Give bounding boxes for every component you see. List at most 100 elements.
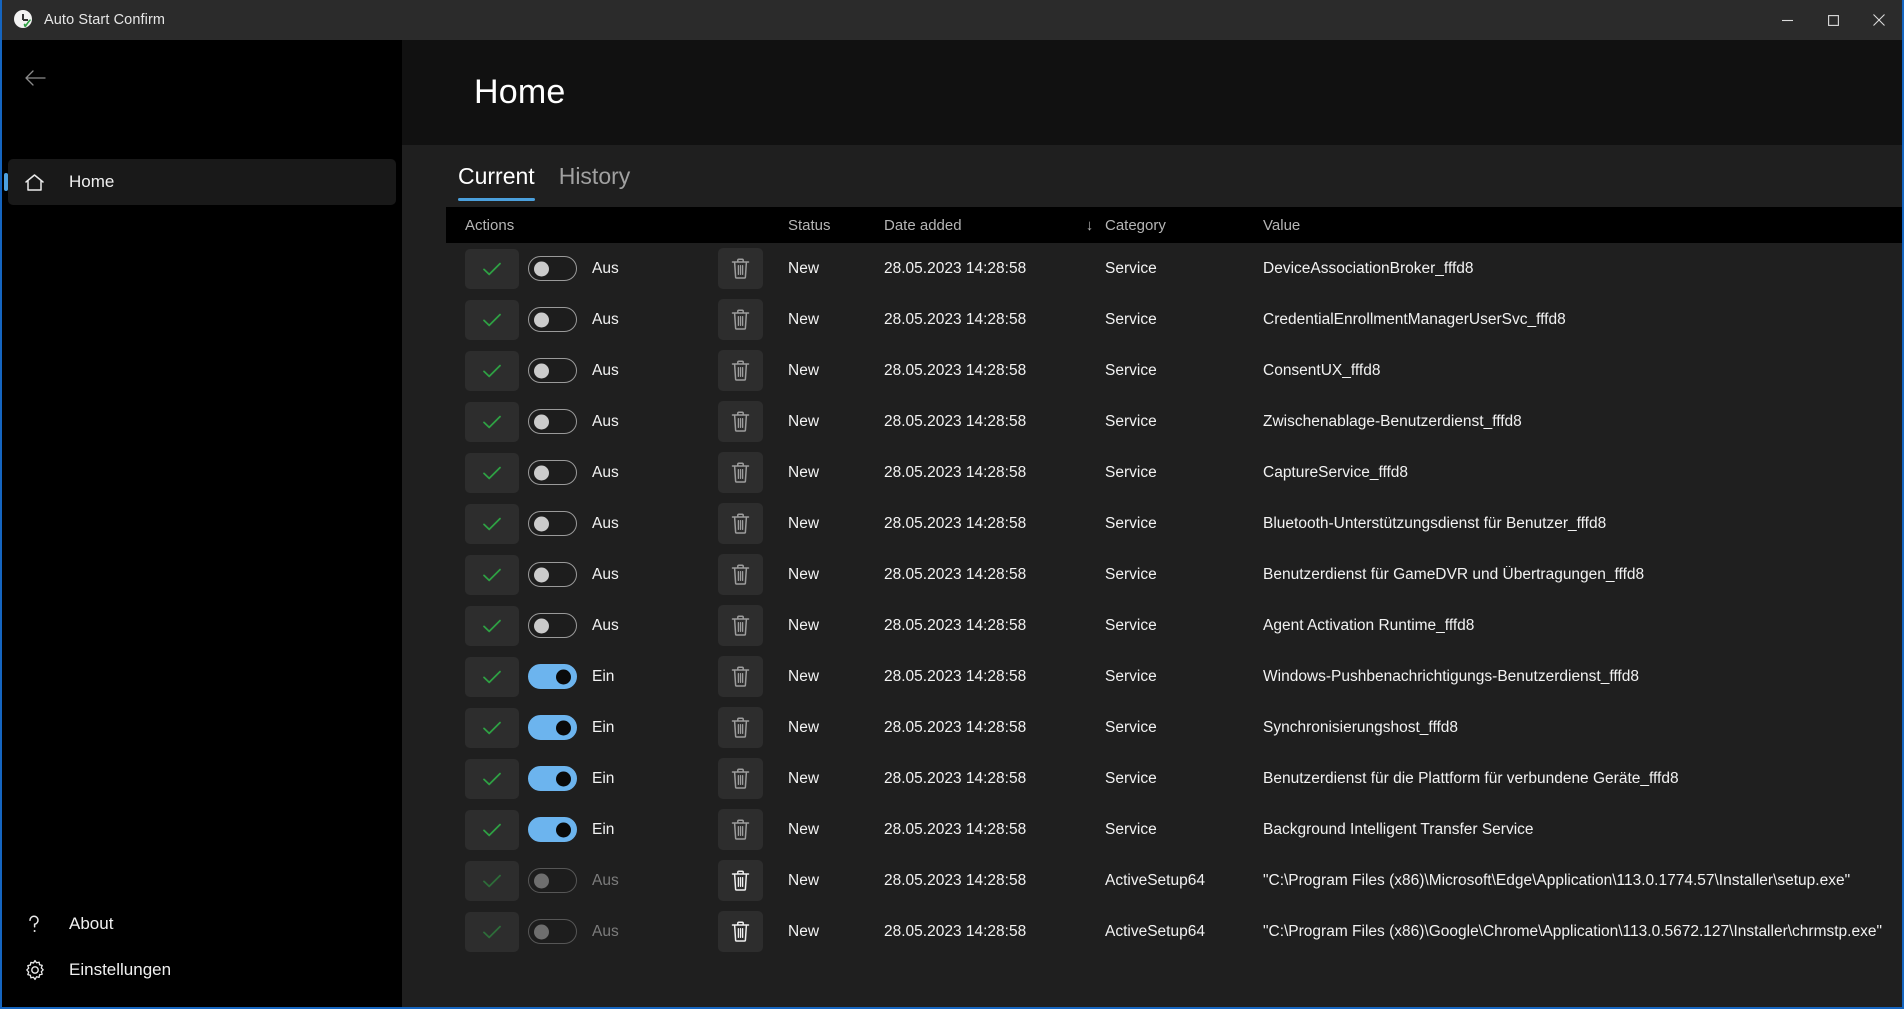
enable-toggle[interactable] — [528, 511, 577, 536]
row-date-added: 28.05.2023 14:28:58 — [884, 718, 1027, 736]
delete-button[interactable] — [718, 401, 763, 442]
table-row[interactable]: Ein New 28.05.2023 14:28:58 Service Sync… — [446, 702, 1902, 753]
enable-toggle[interactable] — [528, 868, 577, 893]
confirm-button[interactable] — [465, 452, 519, 493]
row-value: Benutzerdienst für die Plattform für ver… — [1263, 769, 1679, 787]
confirm-button[interactable] — [465, 248, 519, 289]
delete-button[interactable] — [718, 350, 763, 391]
row-category: Service — [1105, 361, 1157, 379]
enable-toggle[interactable] — [528, 613, 577, 638]
confirm-button[interactable] — [465, 911, 519, 952]
table-row[interactable]: Ein New 28.05.2023 14:28:58 Service Benu… — [446, 753, 1902, 804]
delete-button[interactable] — [718, 248, 763, 289]
column-header-date-added[interactable]: Date added — [884, 217, 1074, 234]
sidebar-item-settings[interactable]: Einstellungen — [8, 947, 396, 993]
table-row[interactable]: Aus New 28.05.2023 14:28:58 ActiveSetup6… — [446, 906, 1902, 957]
tab-current[interactable]: Current — [446, 145, 547, 207]
sidebar-item-home[interactable]: Home — [8, 159, 396, 205]
sort-descending-icon[interactable]: ↓ — [1074, 217, 1105, 234]
autostart-table: Actions Status Date added ↓ Category Val… — [446, 207, 1902, 957]
enable-toggle-group: Ein — [528, 766, 614, 791]
enable-toggle[interactable] — [528, 460, 577, 485]
table-row[interactable]: Ein New 28.05.2023 14:28:58 Service Back… — [446, 804, 1902, 855]
enable-toggle[interactable] — [528, 715, 577, 740]
delete-button[interactable] — [718, 554, 763, 595]
column-header-actions[interactable]: Actions — [446, 217, 711, 234]
close-button[interactable] — [1856, 0, 1902, 40]
row-category: Service — [1105, 310, 1157, 328]
toggle-knob — [534, 261, 549, 276]
confirm-button[interactable] — [465, 299, 519, 340]
hamburger-menu-button[interactable] — [11, 108, 59, 148]
confirm-button[interactable] — [465, 656, 519, 697]
sidebar-item-about[interactable]: About — [8, 901, 396, 947]
tab-history[interactable]: History — [547, 145, 643, 207]
enable-toggle[interactable] — [528, 358, 577, 383]
enable-toggle-group: Aus — [528, 613, 619, 638]
minimize-button[interactable] — [1764, 0, 1810, 40]
maximize-button[interactable] — [1810, 0, 1856, 40]
enable-toggle[interactable] — [528, 664, 577, 689]
delete-button[interactable] — [718, 452, 763, 493]
row-status: New — [788, 667, 820, 685]
delete-button[interactable] — [718, 299, 763, 340]
confirm-button[interactable] — [465, 758, 519, 799]
table-row[interactable]: Aus New 28.05.2023 14:28:58 Service Blue… — [446, 498, 1902, 549]
trash-icon — [731, 819, 750, 840]
column-header-status[interactable]: Status — [788, 217, 884, 234]
row-status: New — [788, 769, 820, 787]
delete-button[interactable] — [718, 860, 763, 901]
enable-toggle[interactable] — [528, 256, 577, 281]
checkmark-icon — [483, 670, 501, 683]
row-value: DeviceAssociationBroker_fffd8 — [1263, 259, 1474, 277]
delete-button[interactable] — [718, 656, 763, 697]
row-date-added: 28.05.2023 14:28:58 — [884, 871, 1027, 889]
confirm-button[interactable] — [465, 707, 519, 748]
confirm-button[interactable] — [465, 401, 519, 442]
enable-toggle[interactable] — [528, 307, 577, 332]
table-row[interactable]: Aus New 28.05.2023 14:28:58 Service Capt… — [446, 447, 1902, 498]
back-button[interactable] — [11, 58, 59, 98]
confirm-button[interactable] — [465, 554, 519, 595]
table-row[interactable]: Aus New 28.05.2023 14:28:58 ActiveSetup6… — [446, 855, 1902, 906]
delete-button[interactable] — [718, 758, 763, 799]
table-row[interactable]: Ein New 28.05.2023 14:28:58 Service Wind… — [446, 651, 1902, 702]
enable-toggle[interactable] — [528, 919, 577, 944]
table-scroll-container[interactable]: Actions Status Date added ↓ Category Val… — [402, 207, 1902, 1007]
row-category: Service — [1105, 412, 1157, 430]
confirm-button[interactable] — [465, 605, 519, 646]
sidebar-nav-list: Home — [2, 159, 402, 205]
delete-button[interactable] — [718, 503, 763, 544]
column-header-category[interactable]: Category — [1105, 217, 1263, 234]
delete-button[interactable] — [718, 605, 763, 646]
toggle-state-label: Aus — [592, 463, 619, 481]
confirm-button[interactable] — [465, 860, 519, 901]
table-row[interactable]: Aus New 28.05.2023 14:28:58 Service Benu… — [446, 549, 1902, 600]
enable-toggle[interactable] — [528, 766, 577, 791]
table-row[interactable]: Aus New 28.05.2023 14:28:58 Service Agen… — [446, 600, 1902, 651]
toggle-state-label: Ein — [592, 718, 615, 736]
table-row[interactable]: Aus New 28.05.2023 14:28:58 Service Devi… — [446, 243, 1902, 294]
delete-button[interactable] — [718, 911, 763, 952]
confirm-button[interactable] — [465, 350, 519, 391]
column-header-value[interactable]: Value — [1263, 217, 1902, 234]
enable-toggle[interactable] — [528, 562, 577, 587]
delete-button[interactable] — [718, 809, 763, 850]
content-area: Home Current History Actions Status Date… — [402, 40, 1902, 1007]
row-date-added: 28.05.2023 14:28:58 — [884, 667, 1027, 685]
table-row[interactable]: Aus New 28.05.2023 14:28:58 Service Zwis… — [446, 396, 1902, 447]
row-category: Service — [1105, 820, 1157, 838]
table-row[interactable]: Aus New 28.05.2023 14:28:58 Service Cred… — [446, 294, 1902, 345]
row-category: ActiveSetup64 — [1105, 922, 1205, 940]
table-row[interactable]: Aus New 28.05.2023 14:28:58 Service Cons… — [446, 345, 1902, 396]
row-status: New — [788, 871, 820, 889]
row-value: CaptureService_fffd8 — [1263, 463, 1409, 481]
toggle-knob — [534, 567, 549, 582]
delete-button[interactable] — [718, 707, 763, 748]
enable-toggle[interactable] — [528, 817, 577, 842]
trash-icon — [731, 717, 750, 738]
confirm-button[interactable] — [465, 503, 519, 544]
checkmark-icon — [483, 568, 501, 581]
enable-toggle[interactable] — [528, 409, 577, 434]
confirm-button[interactable] — [465, 809, 519, 850]
